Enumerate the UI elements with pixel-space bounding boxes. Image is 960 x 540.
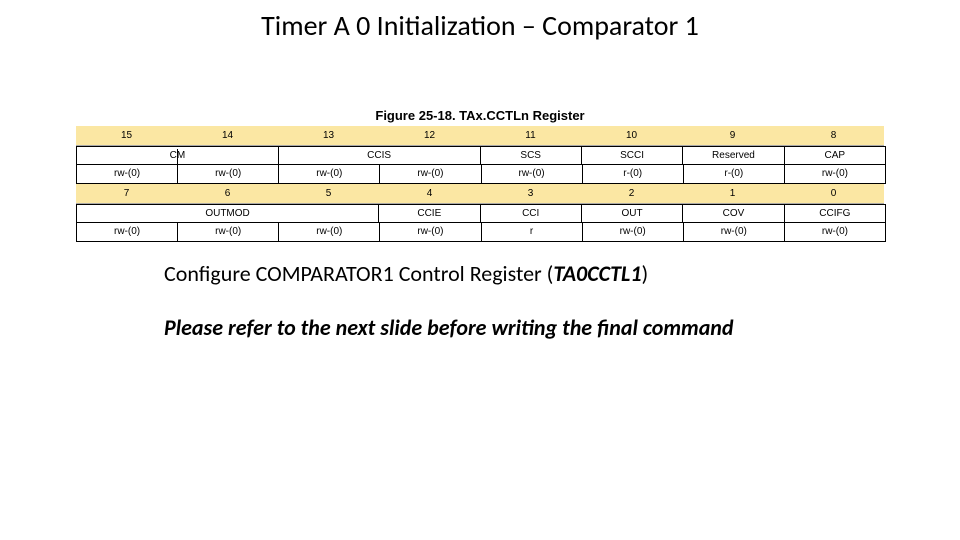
- field-cell: SCCI: [582, 147, 683, 164]
- bit-number: 9: [682, 126, 783, 146]
- bit-number: 4: [379, 184, 480, 204]
- field-cell: OUT: [582, 205, 683, 222]
- rw-cell: r-(0): [684, 165, 785, 183]
- rw-cell: rw-(0): [785, 223, 885, 241]
- bit-number: 1: [682, 184, 783, 204]
- bit-number: 6: [177, 184, 278, 204]
- bit-number: 8: [783, 126, 884, 146]
- figure-caption: Figure 25-18. TAx.CCTLn Register: [0, 108, 960, 123]
- rw-cell: rw-(0): [178, 223, 279, 241]
- bit-number: 10: [581, 126, 682, 146]
- bit-number: 14: [177, 126, 278, 146]
- field-row-low: OUTMOD CCIE CCI OUT COV CCIFG: [76, 204, 886, 223]
- rw-cell: rw-(0): [77, 223, 178, 241]
- rw-cell: rw-(0): [178, 165, 279, 183]
- bit-number: 5: [278, 184, 379, 204]
- bit-number: 12: [379, 126, 480, 146]
- rw-cell: rw-(0): [482, 165, 583, 183]
- slide-title: Timer A 0 Initialization – Comparator 1: [0, 8, 960, 43]
- field-cell: CCI: [481, 205, 582, 222]
- rw-row-high: rw-(0) rw-(0) rw-(0) rw-(0) rw-(0) r-(0)…: [76, 165, 886, 184]
- bit-number: 2: [581, 184, 682, 204]
- bit-number-row-high: 15 14 13 12 11 10 9 8: [76, 126, 884, 146]
- note-text: Please refer to the next slide before wr…: [164, 314, 734, 341]
- field-cell: OUTMOD: [77, 205, 379, 222]
- configure-prefix: Configure COMPARATOR1 Control Register (: [164, 260, 553, 287]
- rw-cell: rw-(0): [77, 165, 178, 183]
- field-row-high: CM CCIS SCS SCCI Reserved CAP: [76, 146, 886, 165]
- field-cell: COV: [683, 205, 784, 222]
- bit-number: 3: [480, 184, 581, 204]
- rw-cell: rw-(0): [279, 223, 380, 241]
- rw-cell: rw-(0): [583, 223, 684, 241]
- register-name: TA0CCTL1: [553, 260, 641, 287]
- configure-suffix: ): [641, 260, 648, 287]
- field-cell: CCIFG: [785, 205, 885, 222]
- field-cell: CCIS: [279, 147, 481, 164]
- field-cell: CAP: [785, 147, 885, 164]
- field-cell: SCS: [481, 147, 582, 164]
- rw-row-low: rw-(0) rw-(0) rw-(0) rw-(0) r rw-(0) rw-…: [76, 223, 886, 242]
- rw-cell: rw-(0): [684, 223, 785, 241]
- slide: Timer A 0 Initialization – Comparator 1 …: [0, 0, 960, 540]
- rw-cell: rw-(0): [785, 165, 885, 183]
- rw-cell: r: [482, 223, 583, 241]
- configure-text: Configure COMPARATOR1 Control Register (…: [164, 260, 648, 287]
- rw-cell: rw-(0): [279, 165, 380, 183]
- bit-number-row-low: 7 6 5 4 3 2 1 0: [76, 184, 884, 204]
- bit-number: 15: [76, 126, 177, 146]
- field-cell: CCIE: [379, 205, 480, 222]
- bit-number: 0: [783, 184, 884, 204]
- register-table: 15 14 13 12 11 10 9 8 CM CCIS SCS SCCI R…: [76, 126, 884, 242]
- field-cell: Reserved: [683, 147, 784, 164]
- bit-number: 11: [480, 126, 581, 146]
- bit-number: 7: [76, 184, 177, 204]
- rw-cell: r-(0): [583, 165, 684, 183]
- rw-cell: rw-(0): [380, 165, 481, 183]
- bit-number: 13: [278, 126, 379, 146]
- field-cell: CM: [77, 147, 279, 164]
- rw-cell: rw-(0): [380, 223, 481, 241]
